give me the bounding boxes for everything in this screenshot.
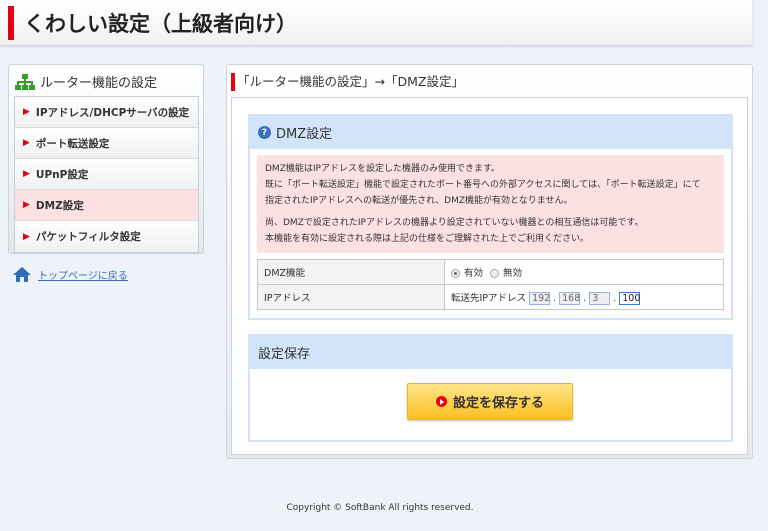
note-line: 尚、DMZで設定されたIPアドレスの機器より設定されていない機器との相互通信は可… [265, 218, 644, 228]
ip-octet-2[interactable]: 168 [559, 291, 580, 305]
dmz-section-header: ? DMZ設定 [250, 116, 731, 149]
save-section-header: 設定保存 [250, 336, 731, 369]
dmz-settings-table: DMZ機能 有効 無効 IPアドレス 転送先IPアドレス 192 . 168 .… [257, 259, 724, 310]
save-settings-button[interactable]: 設定を保存する [407, 383, 573, 420]
page-title: くわしい設定（上級者向け） [24, 12, 297, 36]
dmz-function-label: DMZ機能 [257, 259, 445, 285]
top-page-link[interactable]: トップページに戻る [38, 267, 128, 282]
play-icon [435, 396, 447, 407]
sidebar-item-upnp[interactable]: ▶ UPnP設定 [15, 159, 198, 190]
note-line: 指定されたIPアドレスへの転送が優先され、DMZ機能が有効となりません。 [265, 196, 573, 206]
breadcrumb: 「ルーター機能の設定」→「DMZ設定」 [231, 73, 464, 91]
ip-octet-3[interactable]: 3 [589, 291, 611, 305]
home-icon[interactable] [12, 266, 32, 283]
home-link-row: トップページに戻る [12, 266, 128, 283]
note-line: DMZ機能はIPアドレスを設定した機器のみ使用できます。 [265, 164, 501, 174]
sidebar-item-port-forward[interactable]: ▶ ポート転送設定 [15, 128, 198, 159]
page-header: くわしい設定（上級者向け） [0, 0, 752, 46]
ip-address-label: IPアドレス [257, 284, 445, 310]
ip-address-value: 転送先IPアドレス 192 . 168 . 3 . 100 [444, 284, 724, 310]
sidebar: ルーター機能の設定 ▶ IPアドレス/DHCPサーバの設定 ▶ ポート転送設定 ▶ U… [8, 64, 204, 254]
network-icon [15, 73, 35, 90]
triangle-right-icon: ▶ [23, 200, 30, 210]
triangle-right-icon: ▶ [23, 138, 30, 148]
content-area: ? DMZ設定 DMZ機能はIPアドレスを設定した機器のみ使用できます。既に「ポー… [231, 97, 748, 455]
sidebar-title-text: ルーター機能の設定 [40, 76, 158, 91]
ip-octet-4-input[interactable]: 100 [619, 291, 640, 305]
sidebar-item-ip-dhcp[interactable]: ▶ IPアドレス/DHCPサーバの設定 [15, 97, 198, 128]
save-section: 設定保存 設定を保存する [248, 334, 733, 442]
ip-prefix-label: 転送先IPアドレス [451, 292, 527, 304]
note-line: 既に「ポート転送設定」機能で設定されたポート番号への外部アクセスに関しては、「ポ… [265, 180, 701, 190]
dmz-disable-radio[interactable] [490, 269, 500, 278]
dmz-section: ? DMZ設定 DMZ機能はIPアドレスを設定した機器のみ使用できます。既に「ポー… [248, 114, 733, 320]
triangle-right-icon: ▶ [23, 169, 30, 179]
header-accent-bar [8, 6, 14, 40]
dmz-enable-radio[interactable] [451, 269, 460, 278]
note-line: 本機能を有効に設定される際は上記の仕様をご理解された上でご利用ください。 [265, 234, 590, 244]
sidebar-item-label: IPアドレス/DHCPサーバの設定 [35, 106, 190, 119]
sidebar-title: ルーター機能の設定 [15, 72, 157, 91]
help-icon[interactable]: ? [258, 126, 271, 139]
sidebar-item-label: パケットフィルタ設定 [35, 231, 141, 243]
sidebar-item-packet-filter[interactable]: ▶ パケットフィルタ設定 [15, 221, 198, 252]
table-row: DMZ機能 有効 無効 [257, 259, 724, 285]
sidebar-item-label: DMZ設定 [35, 199, 84, 212]
ip-octet-1[interactable]: 192 [529, 291, 550, 305]
triangle-right-icon: ▶ [23, 231, 30, 242]
sidebar-item-dmz[interactable]: ▶ DMZ設定 [15, 190, 198, 221]
dmz-disable-label[interactable]: 無効 [503, 268, 522, 279]
dmz-section-title: DMZ設定 [276, 127, 333, 142]
copyright: Copyright © SoftBank All rights reserved… [286, 503, 474, 513]
dmz-enable-label[interactable]: 有効 [464, 268, 483, 279]
dmz-function-value: 有効 無効 [444, 259, 724, 285]
triangle-right-icon: ▶ [23, 107, 30, 117]
sidebar-menu: ▶ IPアドレス/DHCPサーバの設定 ▶ ポート転送設定 ▶ UPnP設定 ▶ DMZ… [14, 96, 199, 253]
main-panel: 「ルーター機能の設定」→「DMZ設定」 ? DMZ設定 DMZ機能はIPアドレスを… [226, 64, 753, 459]
save-button-label: 設定を保存する [452, 396, 544, 411]
dmz-note: DMZ機能はIPアドレスを設定した機器のみ使用できます。既に「ポート転送設定」機… [257, 155, 724, 253]
sidebar-item-label: ポート転送設定 [35, 137, 110, 150]
sidebar-item-label: UPnP設定 [35, 168, 89, 181]
table-row: IPアドレス 転送先IPアドレス 192 . 168 . 3 . 100 [257, 284, 724, 310]
